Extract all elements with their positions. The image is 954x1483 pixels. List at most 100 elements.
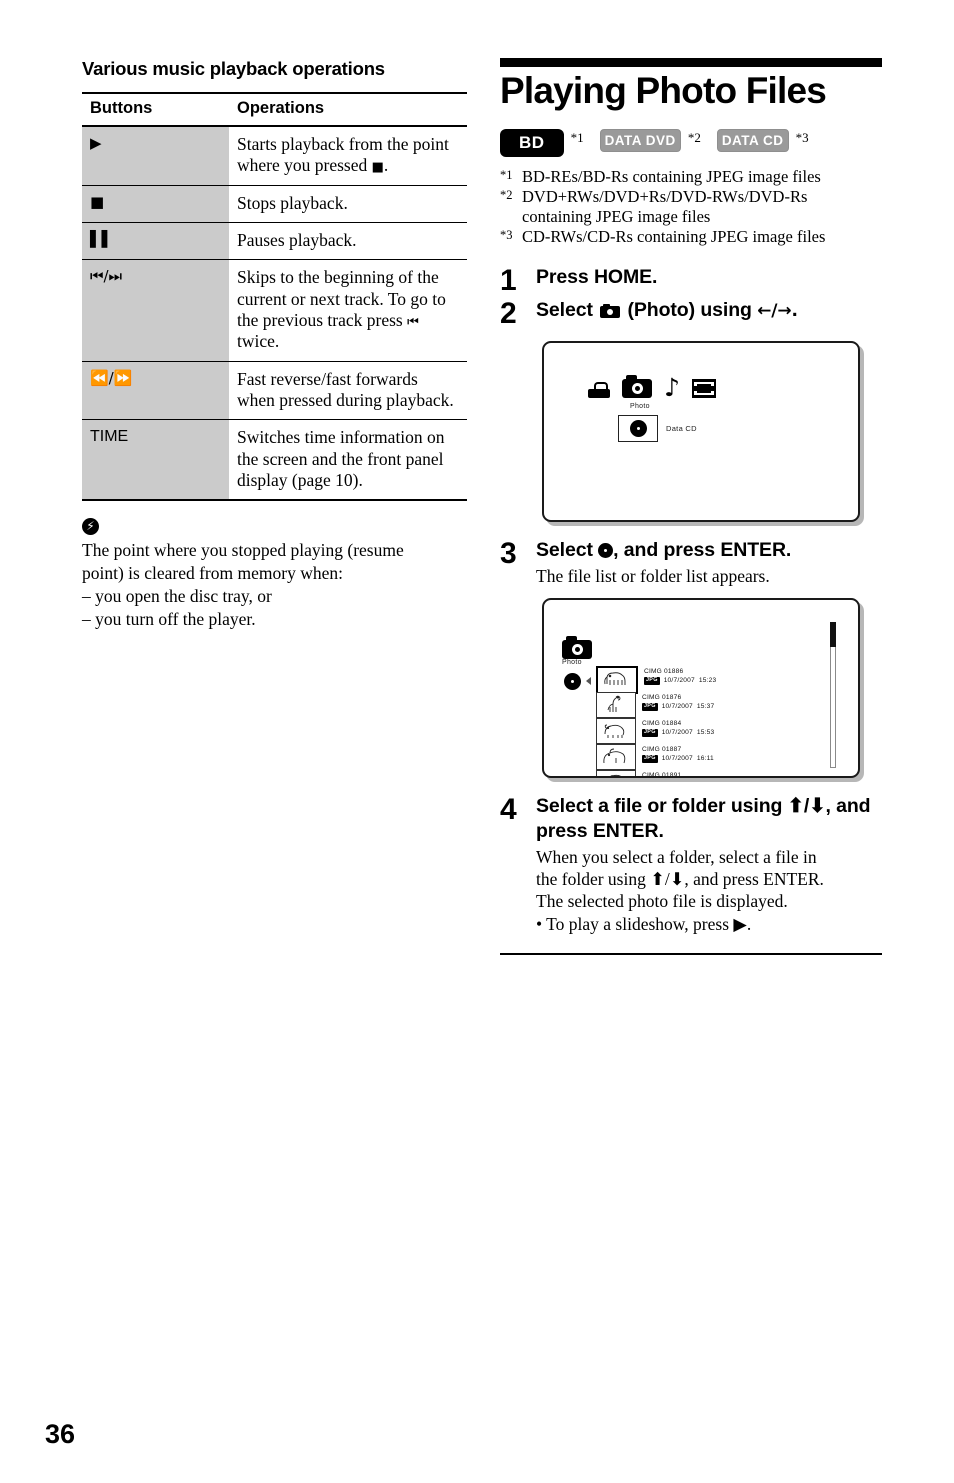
page-title: Playing Photo Files bbox=[500, 70, 827, 111]
home-menu-screenshot: ♪ Photo Data CD bbox=[542, 341, 860, 523]
file-name: CIMG 01884 bbox=[642, 719, 682, 727]
table-row: ▶ Starts playback from the point where y… bbox=[82, 126, 467, 186]
footnote-continuation: containing JPEG image files bbox=[522, 207, 711, 227]
badge-data-dvd-footnote-mark: *2 bbox=[687, 129, 701, 145]
jpeg-badge: JPG bbox=[642, 729, 658, 737]
home-icon-row: ♪ bbox=[588, 375, 716, 400]
operation-cell: Skips to the beginning of the current or… bbox=[229, 259, 467, 362]
badge-data-cd: DATA CD bbox=[716, 128, 789, 153]
step-description-line: The selected photo file is displayed. bbox=[536, 891, 788, 912]
left-column: Various music playback operations Button… bbox=[82, 58, 467, 630]
stop-icon: ■ bbox=[90, 192, 105, 211]
step-title-mid: (Photo) using bbox=[622, 299, 758, 322]
file-name: CIMG 01891 bbox=[642, 771, 682, 778]
file-name: CIMG 01876 bbox=[642, 693, 682, 701]
footnote-text: DVD+RWs/DVD+Rs/DVD-RWs/DVD-Rs bbox=[522, 186, 808, 206]
file-meta: CIMG 01886 JPG 10/7/2007 15:23 bbox=[644, 666, 716, 686]
step-number: 3 bbox=[500, 537, 517, 571]
list-item[interactable]: CIMG 01886 JPG 10/7/2007 15:23 bbox=[596, 665, 796, 694]
footnote-text: CD-RWs/CD-Rs containing JPEG image files bbox=[522, 227, 826, 247]
disc-icon bbox=[598, 543, 614, 559]
disc-icon bbox=[564, 672, 581, 690]
footnote-mark: *1 bbox=[500, 167, 513, 182]
disc-icon[interactable] bbox=[618, 415, 658, 443]
tip-note: ⚡ The point where you stopped playing (r… bbox=[82, 517, 467, 630]
file-info: JPG 10/7/2007 15:53 bbox=[642, 728, 714, 738]
file-date: 10/7/2007 bbox=[661, 703, 693, 711]
tip-line: point) is cleared from memory when: bbox=[82, 563, 343, 584]
file-time: 15:23 bbox=[698, 677, 717, 685]
list-item[interactable]: CIMG 01884 JPG 10/7/2007 15:53 bbox=[596, 717, 796, 744]
table-header-row: Buttons Operations bbox=[82, 92, 467, 127]
footnote-item: *1 BD-REs/BD-Rs containing JPEG image fi… bbox=[500, 167, 882, 187]
button-cell: ⏮/⏭ bbox=[82, 259, 229, 362]
list-item[interactable]: CIMG 01876 JPG 10/7/2007 15:37 bbox=[596, 691, 796, 718]
film-strip-icon[interactable] bbox=[691, 379, 716, 399]
pause-icon: ▌▌ bbox=[90, 230, 114, 249]
button-cell: ■ bbox=[82, 185, 229, 224]
operation-cell: Starts playback from the point where you… bbox=[229, 126, 467, 186]
prev-track-icon: ⏮ bbox=[407, 315, 419, 331]
thumbnail[interactable] bbox=[596, 717, 636, 744]
step-3: 3 Select , and press ENTER. The file lis… bbox=[500, 538, 882, 587]
file-time: 16:11 bbox=[696, 755, 714, 763]
music-operations-table: Buttons Operations ▶ Starts playback fro… bbox=[82, 92, 467, 502]
button-cell: ▌▌ bbox=[82, 222, 229, 261]
step-number: 1 bbox=[500, 264, 517, 298]
file-name: CIMG 01887 bbox=[642, 745, 682, 753]
badge-data-dvd: DATA DVD bbox=[599, 128, 681, 153]
table-row: ■ Stops playback. bbox=[82, 185, 467, 224]
step-number: 4 bbox=[500, 792, 517, 826]
operation-cell: Fast reverse/fast forwards when pressed … bbox=[229, 361, 467, 421]
list-item[interactable]: CIMG 01887 JPG 10/7/2007 16:11 bbox=[596, 743, 796, 770]
play-icon: ▶ bbox=[90, 134, 102, 152]
button-cell: ⏪/⏩ bbox=[82, 361, 229, 421]
thumbnail[interactable] bbox=[596, 769, 636, 776]
file-meta: CIMG 01891 bbox=[642, 770, 682, 778]
thumbnail[interactable] bbox=[596, 665, 638, 694]
file-info: JPG 10/7/2007 16:11 bbox=[642, 754, 714, 764]
jpeg-badge: JPG bbox=[642, 755, 658, 763]
table-row: TIME Switches time information on the sc… bbox=[82, 419, 467, 502]
camera-icon[interactable] bbox=[622, 375, 652, 399]
operation-text: Starts playback from the point where you… bbox=[237, 134, 449, 176]
camera-icon bbox=[600, 304, 621, 319]
camera-icon bbox=[562, 635, 592, 659]
button-cell: ▶ bbox=[82, 126, 229, 186]
left-right-arrow-icon: ←/→. bbox=[757, 301, 798, 322]
list-item[interactable]: CIMG 01891 bbox=[596, 769, 796, 778]
right-column: Playing Photo Files BD *1 DATA DVD *2 DA… bbox=[500, 58, 882, 955]
footnote-text: BD-REs/BD-Rs containing JPEG image files bbox=[522, 166, 821, 186]
file-name: CIMG 01886 bbox=[644, 667, 684, 675]
music-note-icon[interactable]: ♪ bbox=[664, 375, 680, 400]
prev-next-track-icon: ⏮/⏭ bbox=[90, 267, 123, 286]
thumbnail[interactable] bbox=[596, 743, 636, 770]
file-time: 15:53 bbox=[696, 729, 715, 737]
file-date: 10/7/2007 bbox=[661, 729, 693, 737]
table-row: ⏪/⏩ Fast reverse/fast forwards when pres… bbox=[82, 361, 467, 421]
home-disc-item[interactable]: Data CD bbox=[618, 415, 697, 443]
operation-cell: Stops playback. bbox=[229, 185, 467, 224]
caret-left-icon bbox=[586, 676, 591, 685]
step-description-line: the folder using ⬆/⬇, and press ENTER. bbox=[536, 868, 824, 889]
step-bullet: • To play a slideshow, press ▶. bbox=[536, 913, 752, 934]
scrollbar-thumb[interactable] bbox=[830, 621, 836, 647]
file-list-source-label: Photo bbox=[562, 658, 582, 666]
step-1: 1 Press HOME. bbox=[500, 265, 882, 296]
toolbox-icon[interactable] bbox=[588, 382, 610, 399]
file-time: 15:37 bbox=[696, 703, 715, 711]
thumbnail[interactable] bbox=[596, 691, 636, 718]
home-disc-label: Data CD bbox=[666, 424, 697, 434]
disc-type-badges: BD *1 DATA DVD *2 DATA CD *3 bbox=[500, 128, 882, 157]
title-rule bbox=[500, 58, 882, 67]
rewind-fastforward-icon: ⏪/⏩ bbox=[90, 368, 133, 387]
file-date: 10/7/2007 bbox=[663, 677, 695, 685]
table-row: ▌▌ Pauses playback. bbox=[82, 222, 467, 261]
step-description: When you select a folder, select a file … bbox=[536, 846, 882, 936]
file-list: CIMG 01886 JPG 10/7/2007 15:23 CIMG 0187… bbox=[596, 665, 796, 778]
tip-note-body: The point where you stopped playing (res… bbox=[82, 539, 467, 630]
step-title: Select , and press ENTER. bbox=[536, 538, 882, 563]
footnote-item: *3 CD-RWs/CD-Rs containing JPEG image fi… bbox=[500, 227, 882, 247]
footnotes: *1 BD-REs/BD-Rs containing JPEG image fi… bbox=[500, 167, 882, 248]
file-meta: CIMG 01876 JPG 10/7/2007 15:37 bbox=[642, 692, 714, 712]
